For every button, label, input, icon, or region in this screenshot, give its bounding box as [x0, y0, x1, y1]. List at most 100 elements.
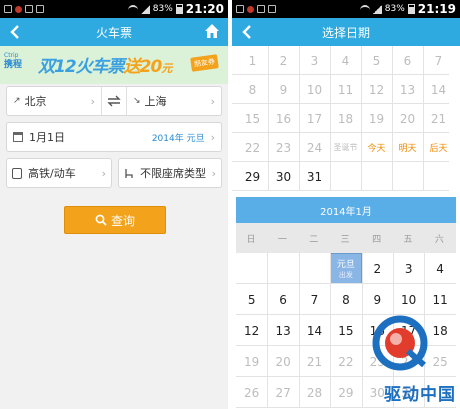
calendar-day-label: 8: [342, 292, 350, 307]
calendar-day-label: 18: [337, 111, 354, 126]
gallery-notification-icon: [4, 5, 12, 13]
calendar-day[interactable]: 8: [330, 284, 361, 315]
calendar-day-label: 1: [248, 53, 257, 68]
calendar-day[interactable]: 11: [424, 284, 455, 315]
calendar-day[interactable]: 2: [362, 253, 393, 284]
calendar-day[interactable]: 7: [299, 284, 330, 315]
grid-line: [330, 253, 332, 408]
calendar-day-label: 元旦: [336, 260, 355, 270]
calendar-day[interactable]: 6: [267, 284, 298, 315]
weekday-label: 六: [434, 235, 444, 245]
date-note: 2014年 元旦: [151, 133, 205, 144]
calendar-day: 27: [267, 377, 298, 408]
calendar-day-label: 21: [430, 111, 447, 126]
calendar-day-label: 24: [306, 140, 323, 155]
chevron-right-icon: ›: [210, 130, 215, 144]
back-arrow-icon[interactable]: [8, 24, 24, 40]
departure-city: 北京: [24, 95, 47, 108]
calendar-day[interactable]: 10: [393, 284, 424, 315]
calendar-day[interactable]: 12: [236, 315, 267, 346]
selected-calendar-day[interactable]: 元旦 出发: [330, 253, 362, 284]
watermark-text: 驱动中国: [384, 385, 456, 405]
train-type-selector[interactable]: 高铁/动车 ›: [6, 158, 112, 188]
calendar-day-label: 明天: [398, 144, 417, 154]
chevron-right-icon: ›: [101, 166, 106, 180]
calendar-day[interactable]: 9: [362, 284, 393, 315]
calendar-day: 28: [299, 377, 330, 408]
calendar-day-label: 30: [275, 169, 292, 184]
calendar-day[interactable]: 29: [237, 162, 268, 191]
calendar-day-label: 4: [341, 53, 350, 68]
calendar-day-label: 20: [275, 354, 291, 369]
promo-banner[interactable]: Ctrip 携程 双12火车票送20元 朋友券: [0, 46, 228, 84]
calendar-day: 21: [299, 346, 330, 377]
calendar-day-label: 14: [430, 82, 447, 97]
calendar-day: 6: [392, 46, 423, 75]
app-bar: 火车票: [0, 18, 228, 46]
weekday-label: 三: [340, 235, 350, 245]
app-notification-icon: [15, 5, 22, 13]
chevron-right-icon: ›: [90, 94, 95, 108]
calendar-day: 2: [268, 46, 299, 75]
grid-line: [267, 253, 269, 408]
calendar-day-label: 9: [279, 82, 288, 97]
calendar-day: 22: [237, 133, 268, 162]
arrival-city: 上海: [144, 95, 167, 108]
calendar-day[interactable]: 13: [267, 315, 298, 346]
calendar-day: 15: [237, 104, 268, 133]
calendar-day[interactable]: 5: [236, 284, 267, 315]
grid-line: [361, 46, 362, 191]
calendar-day-label: 7: [310, 292, 319, 307]
calendar-day-label: 16: [275, 111, 292, 126]
calendar-day-label: 今天: [367, 144, 386, 154]
calendar-day[interactable]: 14: [299, 315, 330, 346]
calendar-day: 10: [299, 75, 330, 104]
grid-line: [392, 46, 393, 191]
signal-icon: [140, 4, 150, 14]
calendar-day: 14: [423, 75, 454, 104]
calendar-day-label: 5: [372, 53, 381, 68]
calendar-day[interactable]: 4: [424, 253, 455, 284]
search-button[interactable]: 查询: [64, 206, 166, 234]
calendar-day: 23: [268, 133, 299, 162]
calendar-day-label: 12: [368, 82, 385, 97]
calendar-day[interactable]: 后天: [423, 133, 454, 162]
arrival-city-field[interactable]: ↘ 上海 ›: [127, 87, 221, 115]
date-picker-screen: 83% 21:19 选择日期 1 2 3 4 5 6 7 8 9 10 11 12 13 14 15 16 17…: [232, 0, 460, 409]
calendar-day-label: 20: [399, 111, 416, 126]
message-notification-icon: [25, 5, 33, 13]
calendar-day[interactable]: 31: [299, 162, 330, 191]
weekday-label: 日: [246, 235, 256, 245]
status-bar: 83% 21:19: [232, 0, 460, 18]
swap-icon: [107, 95, 121, 107]
search-button-label: 查询: [110, 213, 135, 228]
calendar-day-label: 29: [244, 169, 261, 184]
date-selector[interactable]: 1月1日 2014年 元旦 ›: [6, 122, 222, 152]
calendar-day-label: 17: [306, 111, 323, 126]
back-arrow-icon[interactable]: [240, 24, 256, 40]
calendar-day-label: 14: [306, 323, 323, 338]
promo-headline: 双12火车票送20元: [38, 57, 172, 77]
grid-line: [330, 46, 331, 191]
calendar-day: 圣诞节: [330, 133, 361, 162]
calendar-day: 1: [237, 46, 268, 75]
seat-type-label: 不限座席类型: [140, 167, 206, 180]
calendar-day[interactable]: 3: [393, 253, 424, 284]
page-title: 火车票: [95, 25, 132, 40]
watermark: 驱动中国: [336, 313, 456, 409]
calendar-day[interactable]: 明天: [392, 133, 423, 162]
month-header: 2014年1月: [236, 197, 456, 223]
seat-type-selector[interactable]: 不限座席类型 ›: [118, 158, 222, 188]
calendar-day[interactable]: 今天: [361, 133, 392, 162]
calendar-day: 26: [236, 377, 267, 408]
swap-cities-button[interactable]: [101, 87, 127, 115]
home-icon[interactable]: [204, 23, 220, 39]
calendar-day-label: 3: [404, 261, 413, 276]
train-icon: [12, 167, 22, 179]
grid-line: [298, 253, 300, 408]
calendar-day[interactable]: 30: [268, 162, 299, 191]
watermark-logo-icon: [372, 315, 428, 371]
departure-city-field[interactable]: ↗ 北京 ›: [7, 87, 101, 115]
calendar-day-label: 6: [279, 292, 287, 307]
wifi-icon: [127, 5, 138, 13]
